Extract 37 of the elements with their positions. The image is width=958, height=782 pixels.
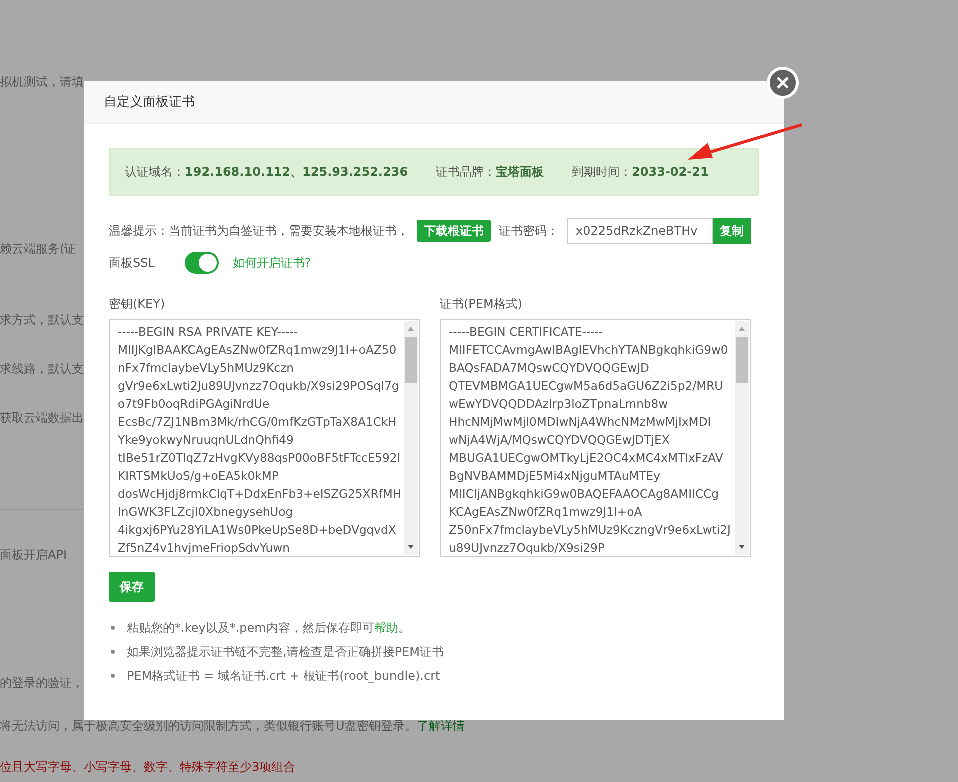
close-button[interactable] xyxy=(767,67,799,99)
background-text: 拟机测试，请填 xyxy=(0,74,84,91)
ssl-label: 面板SSL xyxy=(109,254,155,272)
bullet-icon xyxy=(111,626,115,630)
key-textarea[interactable]: -----BEGIN RSA PRIVATE KEY----- MIIJKgIBAAKCAgEAsZNw0fZRq1mwz9J1I+oAZ50 nFx7fmclaybeVLy5hMUz9Kczn gVr9e6xLwti2Ju89UJvnzz7Oqukb/X9si29POSqI7g o7t9Fb0oqRdiPGAgiNrdUe EcsBc/7ZJ1NBm3Mk/rhCG/0mfKzGTpTaX8A1CkH Yke9yokwyNruuqnULdnQhfi49 tIBe51rZ0TlqZ7zHvgKVy88qsP00oBF5tFTccE592l KIRTSMkUoS/g+oEA5k0kMP dosWcHjdj8rmkClqT+DdxEnFb3+eISZG25XRfMH InGWK3FLZcjI0XbnegysehUog 4ikgxj6PYu28YiLA1Ws0PkeUpSe8D+beDVgqvdX Zf5nZ4v1hvjmeFriopSdvYuwn xyxy=(109,319,420,557)
info-text: 到期时间：2033-02-21 xyxy=(572,164,709,180)
background-text: 获取云端数据出 xyxy=(0,410,84,427)
cert-label: 证书(PEM格式) xyxy=(440,296,524,313)
background-text: 求方式，默认支 xyxy=(0,312,84,329)
download-button[interactable]: 下载根证书 xyxy=(417,220,491,242)
cert-textarea[interactable]: -----BEGIN CERTIFICATE----- MIIFETCCAvmgAwIBAgIEVhchYTANBgkqhkiG9w0 BAQsFADA7MQswCQYDVQQGEwJD QTEVMBMGA1UECgwM5a6d5aGU6Z2i5p2/MRU wEwYDVQQDDAzlrp3loZTpnaLmnb8w HhcNMjMwMjI0MDIwNjA4WhcNMzMwMjIxMDI wNjA4WjA/MQswCQYDVQQGEwJDTjEX MBUGA1UECgwOMTkyLjE2OC4xMC4xMTIxFzAV BgNVBAMMDjE5Mi4xNjguMTAuMTEy MIICIjANBgkqhkiG9w0BAQEFAAOCAg8AMIICCg KCAgEAsZNw0fZRq1mwz9J1I+oA Z50nFx7fmclaybeVLy5hMUz9KczngVr9e6xLwti2J u89UJvnzz7Oqukb/X9si29P xyxy=(440,319,751,557)
info-text: 认证域名：192.168.10.112、125.93.252.236 xyxy=(125,164,408,180)
warning-text: 位且大写字母、小写字母、数字、特殊字符至少3项组合 xyxy=(0,759,296,776)
background-text: 的登录的验证， xyxy=(0,675,84,692)
bullet-icon xyxy=(111,650,115,654)
background-text: 求线路，默认支 xyxy=(0,361,84,378)
scrollbar[interactable] xyxy=(404,321,418,555)
background-text: 面板开启API xyxy=(0,547,67,564)
help-link[interactable]: 如何开启证书? xyxy=(232,254,312,272)
background-text: 赖云端服务(证 xyxy=(0,241,77,258)
save-button[interactable]: 保存 xyxy=(109,572,155,602)
note-text: PEM格式证书 = 域名证书.crt + 根证书(root_bundle).crt xyxy=(127,668,440,684)
dialog-title: 自定义面板证书 xyxy=(84,81,784,124)
note-text: 粘贴您的*.key以及*.pem内容，然后保存即可帮助。 xyxy=(127,620,410,636)
help-link[interactable]: 帮助 xyxy=(374,621,398,635)
password-label: 证书密码： xyxy=(499,222,559,240)
password-field[interactable]: x0225dRzkZneBTHv xyxy=(567,218,713,244)
note-text: 如果浏览器提示证书链不完整,请检查是否正确拼接PEM证书 xyxy=(127,644,444,660)
close-icon xyxy=(776,76,790,90)
bullet-icon xyxy=(111,674,115,678)
background-text: 将无法访问，属于极高安全级别的访问限制方式，类似银行账号U盘密钥登录。了解详情 xyxy=(0,718,465,735)
scrollbar[interactable] xyxy=(735,321,749,555)
ssl-toggle[interactable] xyxy=(184,252,219,274)
info-text: 证书品牌：宝塔面板 xyxy=(436,164,544,180)
copy-button[interactable]: 复制 xyxy=(713,218,751,244)
hint-text: 温馨提示：当前证书为自签证书，需要安装本地根证书， xyxy=(109,222,409,240)
key-label: 密钥(KEY) xyxy=(109,296,166,313)
